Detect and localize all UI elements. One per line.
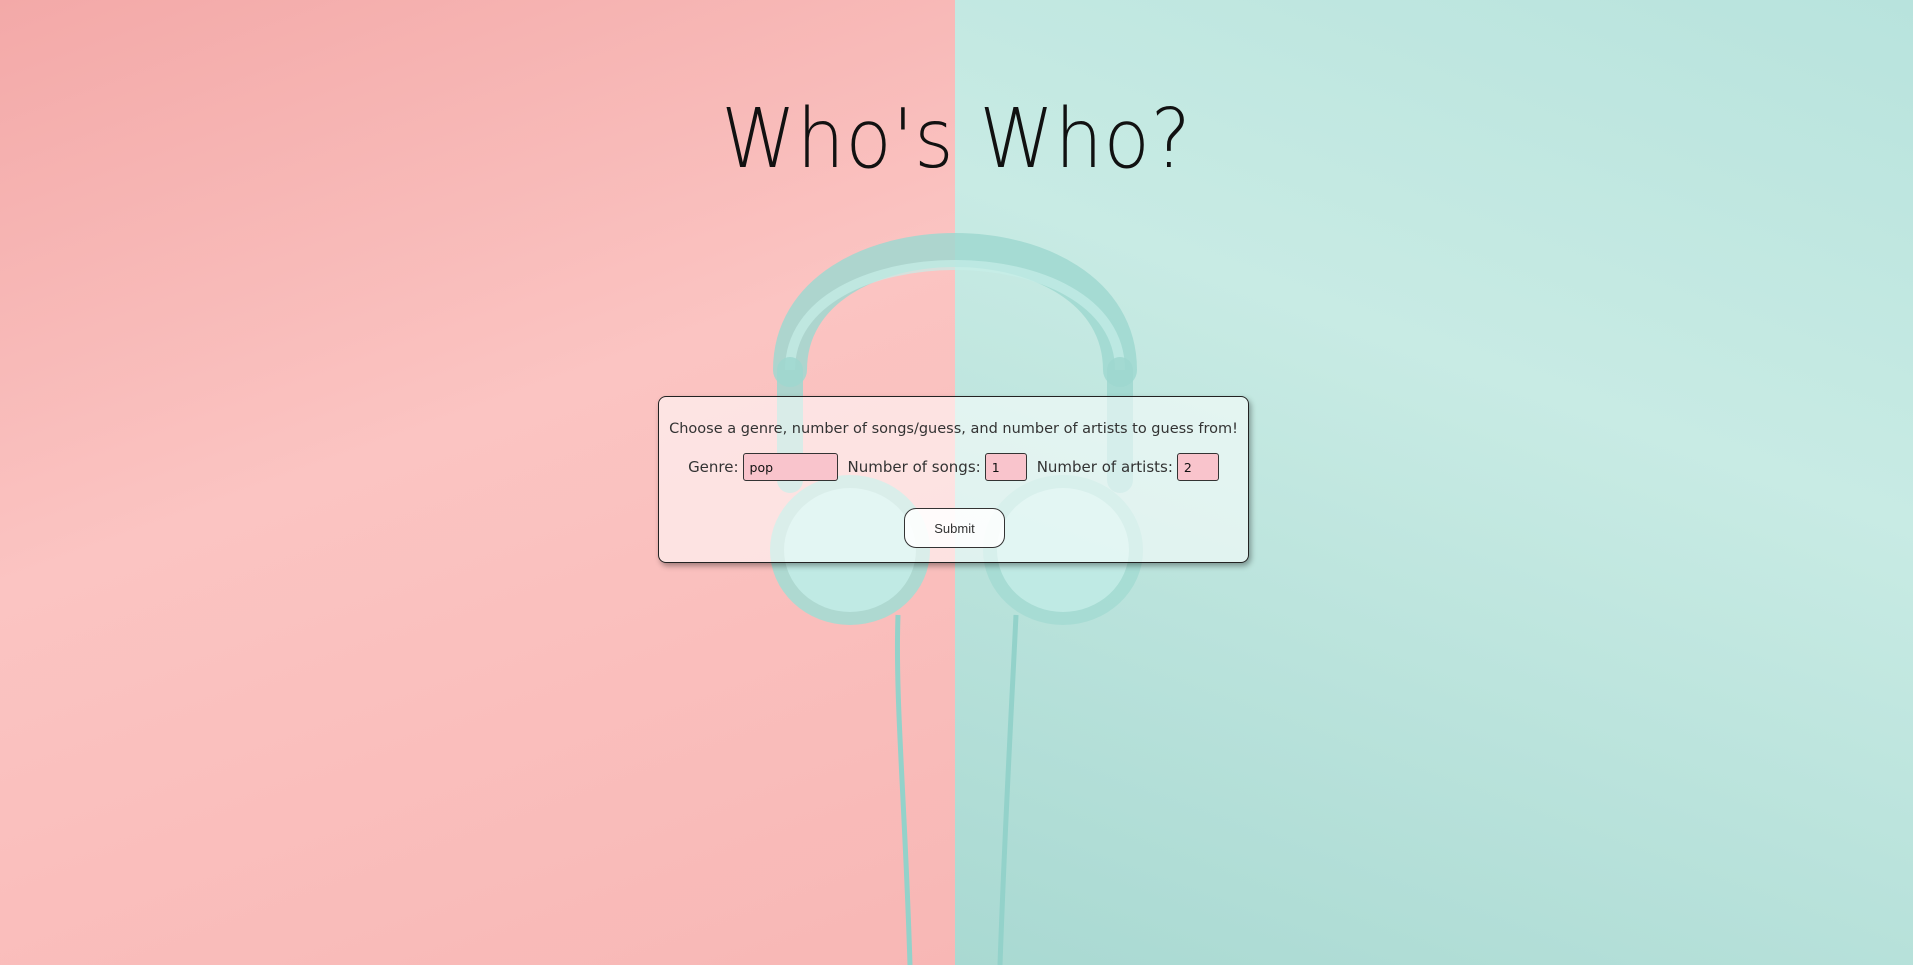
artists-label: Number of artists: — [1036, 458, 1173, 476]
artists-input[interactable] — [1176, 453, 1219, 481]
settings-card: Choose a genre, number of songs/guess, a… — [658, 396, 1249, 563]
page-title: Who's Who? — [721, 92, 1192, 187]
songs-input[interactable] — [984, 453, 1027, 481]
songs-label: Number of songs: — [847, 458, 981, 476]
genre-label: Genre: — [688, 458, 739, 476]
settings-row: Genre: Number of songs: Number of artist… — [659, 453, 1248, 481]
instructions-text: Choose a genre, number of songs/guess, a… — [669, 421, 1238, 437]
genre-input[interactable] — [742, 453, 838, 481]
submit-button[interactable]: Submit — [904, 508, 1005, 548]
